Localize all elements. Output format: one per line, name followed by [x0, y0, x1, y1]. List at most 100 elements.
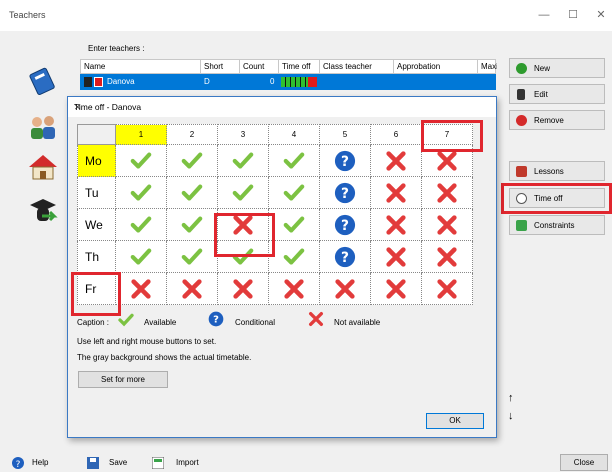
annotation-highlight-fr — [71, 272, 121, 316]
slot-cell[interactable] — [370, 240, 422, 273]
slot-cell[interactable] — [166, 208, 218, 241]
grid-corner — [77, 124, 116, 145]
window-title: Teachers — [9, 10, 46, 20]
close-window-button[interactable]: ✕ — [589, 6, 612, 24]
close-button[interactable]: Close — [560, 454, 608, 471]
ok-button[interactable]: OK — [426, 413, 484, 429]
move-up-arrow-icon[interactable]: ↑ — [508, 392, 514, 404]
move-down-arrow-icon[interactable]: ↓ — [508, 410, 514, 422]
period-header[interactable]: 3 — [217, 124, 269, 145]
not-available-cross-icon — [437, 278, 457, 299]
slot-cell[interactable] — [268, 144, 320, 177]
not-available-cross-icon — [233, 278, 253, 299]
edit-button[interactable]: Edit — [509, 84, 605, 104]
slot-cell[interactable] — [370, 208, 422, 241]
lessons-button[interactable]: Lessons — [509, 161, 605, 181]
conditional-question-icon: ? — [334, 150, 356, 171]
period-header[interactable]: 1 — [115, 124, 167, 145]
column-header-class-teacher[interactable]: Class teacher — [320, 60, 394, 73]
slot-cell[interactable] — [217, 176, 269, 209]
svg-text:?: ? — [213, 314, 219, 325]
slot-cell[interactable] — [268, 208, 320, 241]
dialog-close-icon[interactable]: ✕ — [74, 102, 490, 113]
slot-cell[interactable] — [115, 240, 167, 273]
remove-button[interactable]: Remove — [509, 110, 605, 130]
edit-person-icon — [517, 89, 525, 100]
day-label[interactable]: Mo — [77, 144, 116, 177]
new-button[interactable]: New — [509, 58, 605, 78]
not-available-cross-icon — [182, 278, 202, 299]
time-off-grid: 1 2 3 4 5 6 7 Mo ? Tu ? We ? Th ? Fr — [77, 124, 473, 305]
slot-cell[interactable] — [115, 272, 167, 305]
import-label: Import — [176, 458, 199, 467]
slot-cell[interactable] — [268, 176, 320, 209]
slot-cell[interactable] — [115, 176, 167, 209]
column-header-short[interactable]: Short — [201, 60, 240, 73]
plus-icon — [516, 63, 527, 74]
period-header[interactable]: 5 — [319, 124, 371, 145]
set-for-more-button[interactable]: Set for more — [78, 371, 168, 388]
slot-cell[interactable] — [268, 272, 320, 305]
column-header-approbation[interactable]: Approbation — [394, 60, 478, 73]
lessons-icon — [516, 166, 527, 177]
slot-cell[interactable] — [268, 240, 320, 273]
teacher-name: Danova — [107, 77, 135, 86]
slot-cell[interactable] — [115, 208, 167, 241]
available-check-icon — [181, 152, 203, 169]
book-icon[interactable] — [28, 66, 58, 96]
day-label[interactable]: Th — [77, 240, 116, 273]
slot-cell[interactable] — [421, 208, 473, 241]
school-house-icon[interactable] — [28, 152, 58, 182]
available-check-icon — [181, 184, 203, 201]
slot-cell[interactable] — [421, 176, 473, 209]
period-header[interactable]: 6 — [370, 124, 422, 145]
slot-cell[interactable] — [319, 272, 371, 305]
conditional-question-icon: ? — [208, 311, 224, 327]
slot-cell[interactable] — [217, 144, 269, 177]
student-icon[interactable] — [28, 196, 58, 226]
slot-cell[interactable] — [370, 144, 422, 177]
slot-cell[interactable] — [115, 144, 167, 177]
slot-cell[interactable] — [370, 272, 422, 305]
minimize-button[interactable]: — — [532, 6, 556, 24]
constraints-button[interactable]: Constraints — [509, 215, 605, 235]
slot-cell[interactable]: ? — [319, 240, 371, 273]
teacher-color-swatch — [94, 77, 103, 87]
column-header-maxi[interactable]: Maxi — [478, 60, 497, 73]
available-check-icon — [283, 216, 305, 233]
teachers-icon[interactable] — [28, 112, 58, 142]
remove-label: Remove — [534, 116, 564, 125]
not-available-cross-icon — [284, 278, 304, 299]
slot-cell[interactable] — [166, 176, 218, 209]
slot-cell[interactable] — [166, 272, 218, 305]
period-header[interactable]: 4 — [268, 124, 320, 145]
column-header-name[interactable]: Name — [81, 60, 201, 73]
conditional-question-icon: ? — [334, 214, 356, 235]
info-mouse-buttons: Use left and right mouse buttons to set. — [77, 337, 217, 346]
slot-cell[interactable] — [421, 272, 473, 305]
period-header[interactable]: 2 — [166, 124, 218, 145]
import-button[interactable]: Import — [150, 455, 212, 471]
slot-cell[interactable]: ? — [319, 144, 371, 177]
slot-cell[interactable] — [166, 144, 218, 177]
day-label[interactable]: We — [77, 208, 116, 241]
legend-conditional: Conditional — [235, 318, 276, 327]
slot-cell[interactable]: ? — [319, 176, 371, 209]
day-row: Tu ? — [77, 176, 473, 209]
teacher-row-selected[interactable]: Danova D 0 — [80, 74, 496, 90]
slot-cell[interactable] — [217, 272, 269, 305]
slot-cell[interactable]: ? — [319, 208, 371, 241]
help-button[interactable]: ? Help — [10, 455, 60, 471]
slot-cell[interactable] — [370, 176, 422, 209]
save-button[interactable]: Save — [85, 455, 140, 471]
day-label[interactable]: Tu — [77, 176, 116, 209]
lessons-label: Lessons — [534, 167, 564, 176]
slot-cell[interactable] — [166, 240, 218, 273]
not-available-cross-icon — [437, 150, 457, 171]
column-header-count[interactable]: Count — [240, 60, 279, 73]
column-header-time-off[interactable]: Time off — [279, 60, 320, 73]
maximize-button[interactable]: ☐ — [561, 6, 585, 24]
slot-cell[interactable] — [421, 240, 473, 273]
available-check-icon — [283, 152, 305, 169]
annotation-highlight-period-7 — [421, 120, 483, 152]
